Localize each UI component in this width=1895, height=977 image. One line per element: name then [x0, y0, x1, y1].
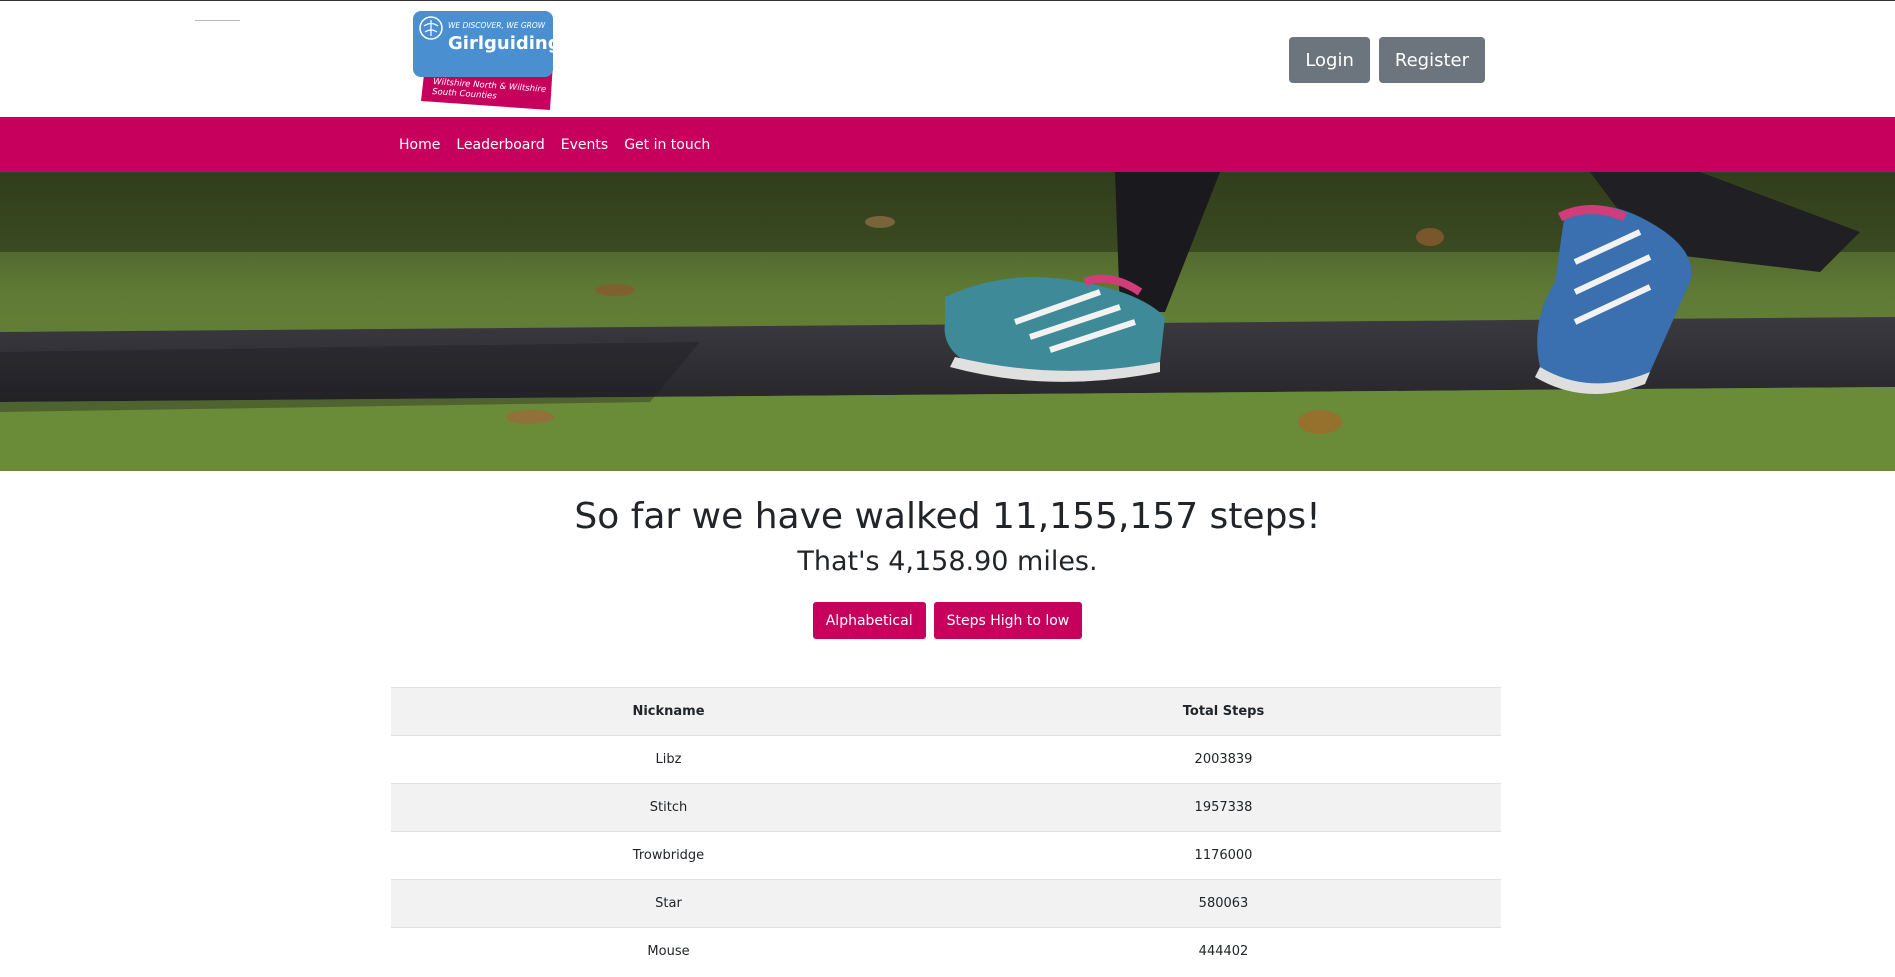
table-row: Stitch 1957338: [391, 783, 1501, 832]
column-header-nickname[interactable]: Nickname: [391, 687, 946, 736]
sort-buttons: Alphabetical Steps High to low: [0, 602, 1895, 640]
total-steps-cell: 1957338: [946, 783, 1501, 832]
miles-heading: That's 4,158.90 miles.: [797, 546, 1098, 578]
register-button[interactable]: Register: [1378, 37, 1485, 83]
nickname-cell: Star: [391, 879, 946, 928]
leaderboard-table: Nickname Total Steps Libz 2003839 Stitch…: [391, 687, 1501, 976]
nickname-cell: Libz: [391, 735, 946, 784]
auth-buttons: Login Register: [1289, 37, 1485, 83]
total-steps-cell: 1176000: [946, 831, 1501, 880]
table-row: Libz 2003839: [391, 735, 1501, 784]
total-steps-cell: 2003839: [946, 735, 1501, 784]
nav-leaderboard[interactable]: Leaderboard: [456, 137, 544, 153]
total-steps-cell: 444402: [946, 927, 1501, 976]
nav-home[interactable]: Home: [399, 137, 440, 153]
nav-get-in-touch[interactable]: Get in touch: [624, 137, 710, 153]
main-content: So far we have walked 11,155,157 steps! …: [0, 495, 1895, 640]
login-button[interactable]: Login: [1289, 37, 1370, 83]
logo-tagline: WE DISCOVER, WE GROW: [448, 21, 546, 30]
table-row: Trowbridge 1176000: [391, 831, 1501, 880]
table-row: Mouse 444402: [391, 927, 1501, 976]
logo-brand: Girlguiding: [448, 33, 561, 54]
nickname-cell: Mouse: [391, 927, 946, 976]
table-row: Star 580063: [391, 879, 1501, 928]
column-header-total-steps[interactable]: Total Steps: [946, 687, 1501, 736]
site-header: WE DISCOVER, WE GROW Girlguiding Wiltshi…: [0, 1, 1895, 117]
sort-steps-button[interactable]: Steps High to low: [933, 602, 1083, 640]
steps-heading: So far we have walked 11,155,157 steps!: [574, 496, 1321, 537]
nickname-cell: Stitch: [391, 783, 946, 832]
table-header-row: Nickname Total Steps: [391, 687, 1501, 736]
main-nav: Home Leaderboard Events Get in touch: [0, 117, 1895, 172]
nav-events[interactable]: Events: [561, 137, 608, 153]
total-steps-cell: 580063: [946, 879, 1501, 928]
sort-alphabetical-button[interactable]: Alphabetical: [812, 602, 926, 640]
hero-image: [0, 172, 1895, 471]
girlguiding-logo[interactable]: WE DISCOVER, WE GROW Girlguiding Wiltshi…: [413, 11, 568, 111]
nickname-cell: Trowbridge: [391, 831, 946, 880]
